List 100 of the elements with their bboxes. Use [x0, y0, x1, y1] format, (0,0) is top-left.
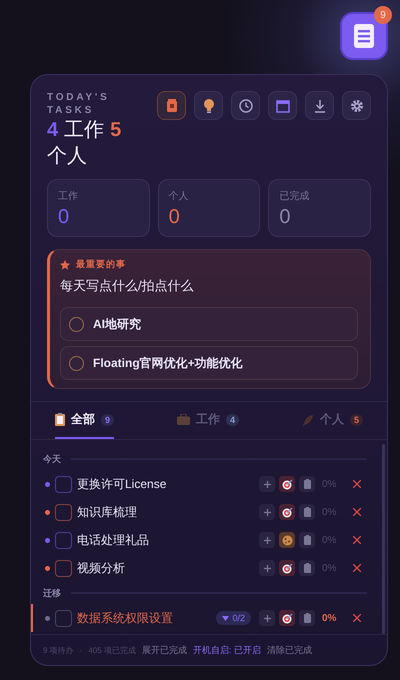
plus-icon — [264, 564, 270, 572]
remove-button[interactable] — [353, 536, 361, 544]
checkbox[interactable] — [55, 610, 72, 626]
item-text: AI地研究 — [93, 316, 141, 332]
plus-icon — [264, 614, 270, 622]
download-button[interactable] — [305, 91, 334, 120]
item-text: Floating官网优化+功能优化 — [93, 354, 243, 372]
settings-icon — [350, 98, 364, 112]
gear-button[interactable] — [342, 91, 371, 120]
count-badge: 5 — [350, 414, 363, 426]
caret-icon — [222, 616, 230, 620]
cookie-icon — [282, 534, 292, 546]
filter-tab[interactable]: 全部 9 — [55, 402, 114, 439]
add-button[interactable] — [259, 504, 275, 520]
add-button[interactable] — [259, 560, 275, 576]
close-icon — [353, 536, 361, 544]
leaf-icon — [302, 414, 314, 426]
close-icon — [353, 614, 361, 622]
footer-link[interactable]: 展开已完成 — [142, 644, 187, 656]
stat-value: 0 — [58, 206, 70, 229]
tag-button[interactable] — [279, 476, 295, 492]
count-badge: 4 — [226, 414, 239, 426]
remove-button[interactable] — [353, 480, 361, 488]
clock-button[interactable] — [231, 91, 260, 120]
tag-button[interactable] — [279, 610, 295, 626]
add-button[interactable] — [259, 610, 275, 626]
delete-button[interactable] — [299, 610, 315, 626]
download-icon — [314, 98, 326, 112]
delete-button[interactable] — [299, 476, 315, 492]
tag-button[interactable] — [279, 560, 295, 576]
star-icon — [60, 260, 70, 270]
stat-value: 0 — [279, 206, 290, 229]
count-badge: 9 — [101, 414, 114, 426]
count-badge: 9 — [374, 6, 392, 24]
task-title: 电话处理礼品 — [77, 532, 150, 548]
trash-icon — [304, 507, 310, 517]
separator-dot: · — [80, 646, 82, 654]
jar-icon — [166, 99, 176, 112]
lightbulb-icon — [204, 98, 214, 112]
plus-icon — [264, 480, 270, 488]
filter-tab[interactable]: 工作 4 — [176, 402, 239, 439]
personal-count: 5 — [110, 118, 122, 143]
task-title: 更换许可License — [77, 476, 168, 492]
remove-button[interactable] — [353, 614, 361, 622]
remove-button[interactable] — [353, 508, 361, 516]
trash-icon — [304, 613, 310, 623]
close-icon — [353, 480, 361, 488]
tag-button[interactable] — [279, 504, 295, 520]
calendar-button[interactable] — [268, 91, 297, 120]
footer-link[interactable]: 清除已完成 — [266, 644, 312, 656]
section-title: 迁移 — [43, 586, 61, 600]
trash-icon — [304, 563, 310, 573]
checkbox[interactable] — [55, 504, 72, 520]
checkbox-circle[interactable] — [69, 316, 84, 332]
important-label: 最重要的事 — [76, 258, 126, 271]
footer-link[interactable]: 开机自启: 已开启 — [192, 644, 261, 656]
clock-icon — [238, 98, 252, 112]
panel-title: TODAY'S TASKS — [47, 91, 111, 117]
target-icon — [282, 506, 292, 518]
task-title: 视频分析 — [77, 560, 126, 576]
stat-label: 工作 — [58, 190, 78, 203]
progress-text: 0% — [322, 534, 338, 546]
remove-button[interactable] — [353, 564, 361, 572]
clipboard-icon — [55, 413, 65, 426]
delete-button[interactable] — [299, 504, 315, 520]
plus-icon — [264, 508, 270, 516]
stat-label: 已完成 — [279, 190, 310, 203]
target-icon — [282, 612, 292, 624]
checkbox-circle[interactable] — [69, 356, 84, 370]
work-label: 工作 — [64, 118, 104, 143]
close-icon — [353, 564, 361, 572]
checkbox[interactable] — [55, 476, 72, 492]
pending-count: 9 项待办 — [43, 644, 74, 656]
document-icon — [354, 24, 374, 48]
subtask-badge[interactable]: 0/2 — [216, 611, 251, 625]
done-count: 405 项已完成 — [88, 644, 136, 656]
task-title: 数据系统权限设置 — [77, 610, 174, 626]
cup-button[interactable] — [157, 91, 186, 120]
task-title: 知识库梳理 — [77, 504, 138, 520]
bulb-button[interactable] — [194, 91, 223, 120]
personal-label: 个人 — [47, 144, 87, 169]
progress-text: 0% — [322, 562, 338, 574]
checkbox[interactable] — [55, 560, 72, 576]
stat-label: 个人 — [168, 190, 189, 203]
add-button[interactable] — [259, 476, 275, 492]
add-button[interactable] — [259, 532, 275, 548]
important-text: 每天写点什么/拍点什么 — [60, 277, 195, 295]
checkbox[interactable] — [55, 532, 72, 548]
tag-button[interactable] — [279, 532, 295, 548]
delete-button[interactable] — [299, 532, 315, 548]
filter-tab[interactable]: 个人 5 — [302, 402, 363, 439]
plus-icon — [264, 536, 270, 544]
briefcase-icon — [176, 414, 190, 425]
important-item[interactable]: Floating官网优化+功能优化 — [60, 346, 358, 380]
target-icon — [282, 562, 292, 574]
trash-icon — [304, 535, 310, 545]
work-count: 4 — [47, 118, 58, 143]
notes-button[interactable] — [340, 12, 388, 60]
important-item[interactable]: AI地研究 — [60, 307, 358, 341]
delete-button[interactable] — [299, 560, 315, 576]
